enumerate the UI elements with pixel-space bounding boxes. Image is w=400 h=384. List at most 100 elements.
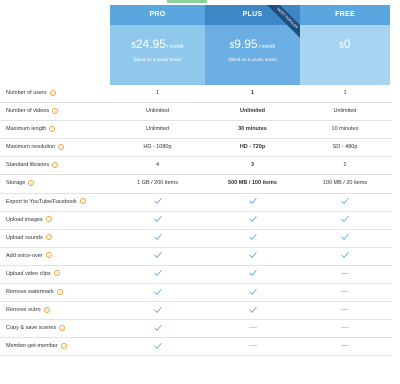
check-icon [341,234,349,241]
plan-header-pro[interactable]: PRO $24.95/ month (billed on a yearly ba… [110,5,205,85]
plan-name-free: FREE [300,5,390,25]
feature-name: Number of users [6,90,47,96]
plan-name-pro: PRO [110,5,205,25]
feature-label: Number of users? [6,85,56,102]
check-icon [248,234,257,241]
cell-pro [110,212,205,229]
cell-value: 4 [155,162,160,169]
cell-pro: HD - 1080p [110,139,205,156]
feature-label: Standard libraries? [6,157,59,174]
cell-plus [205,194,300,211]
feature-table: Number of users? 1 1 1 Number of videos? Unli… [0,85,392,357]
cell-plus [205,230,300,247]
cell-pro [110,338,205,355]
help-icon[interactable]: ? [45,234,52,241]
cell-plus: 3 [205,157,300,174]
plan-price-plus: $9.95/ month (billed on a yearly basis) [205,25,300,85]
cell-plus [205,248,300,265]
help-icon[interactable]: ? [79,198,86,205]
table-row: Copy & save scenes? [0,320,392,339]
cell-pro [110,320,205,337]
table-row: Add voice-over? [0,248,392,266]
help-icon[interactable]: ? [60,342,67,349]
price-amount: 9.95 [234,37,258,51]
table-row: Number of videos? Unlimited Unlimited Unlim… [0,103,392,122]
feature-label: Upload sounds? [6,230,52,247]
cell-pro [110,302,205,319]
cell-value: 100 MB / 20 items [322,180,368,187]
help-icon[interactable]: ? [52,107,59,114]
table-row: Upload images? [0,212,392,230]
help-icon[interactable]: ? [56,288,63,295]
check-icon [153,270,162,277]
help-icon[interactable]: ? [52,161,59,168]
feature-name: Export to YouTube/Facebook [6,198,77,205]
table-row: Export to YouTube/Facebook? [0,194,392,212]
plan-header-plus[interactable]: PLUS $9.95/ month (billed on a yearly ba… [205,5,300,85]
price-amount: 24.95 [135,37,166,51]
feature-name: Maximum length [6,126,47,133]
feature-name: Copy & save scenes [6,325,57,332]
cell-free: 2 [300,157,390,174]
cell-free [300,320,390,337]
help-icon[interactable]: ? [53,270,60,277]
feature-name: Remove watermark [6,289,54,296]
cell-plus [205,302,300,319]
help-icon[interactable]: ? [28,180,35,187]
cell-value: 1 [155,90,160,96]
help-icon[interactable]: ? [49,125,56,132]
feature-name: Upload sounds [6,234,43,241]
dash-icon [341,345,349,347]
billing-note: (billed on a yearly basis) [133,57,182,62]
cell-free: 1 [300,85,390,102]
cell-plus: 30 minutes [205,121,300,138]
check-icon [341,198,349,204]
price-period: / month [258,44,276,50]
price-amount: 0 [343,37,351,51]
cell-pro [110,284,205,301]
check-icon [341,216,349,222]
billing-note: (billed on a yearly basis) [228,57,277,62]
cell-value: 3 [250,162,255,169]
table-row: Upload video clips? [0,266,392,285]
cell-plus [205,320,300,337]
dash-icon [248,345,257,347]
feature-label: Export to YouTube/Facebook? [6,194,86,211]
feature-label: Remove outro? [6,302,50,319]
check-icon [248,288,257,295]
help-icon[interactable]: ? [43,306,50,313]
cell-free: 100 MB / 20 items [300,175,390,192]
cell-pro: 1 GB / 200 items [110,175,205,192]
help-icon[interactable]: ? [45,216,52,223]
cell-plus: 500 MB / 100 items [205,175,300,192]
cell-pro [110,248,205,265]
help-icon[interactable]: ? [45,252,52,259]
feature-label: Storage? [6,175,35,192]
table-row: Standard libraries? 4 3 2 [0,157,392,176]
feature-label: Upload images? [6,212,52,229]
cell-value: HD - 720p [239,144,266,151]
plan-price-pro: $24.95/ month (billed on a yearly basis) [110,25,205,85]
table-row: Upload sounds? [0,230,392,248]
feature-label: Add voice-over? [6,248,52,265]
feature-label: Maximum length? [6,121,56,138]
table-row: Remove watermark? [0,284,392,303]
cell-value: Unlimited [333,108,357,115]
cell-plus: Unlimited [205,103,300,120]
check-icon [248,252,257,259]
cell-pro: Unlimited [110,103,205,120]
cell-pro [110,266,205,283]
feature-name: Member-get-member [6,343,58,350]
dash-icon [341,291,349,293]
cell-pro [110,194,205,211]
help-icon[interactable]: ? [58,143,65,150]
plan-header-free[interactable]: FREE $0 [300,5,390,85]
table-row: Member-get-member? [0,338,392,357]
help-icon[interactable]: ? [49,89,56,96]
feature-label: Upload video clips? [6,266,60,283]
feature-name: Remove outro [6,307,41,314]
cell-pro [110,230,205,247]
help-icon[interactable]: ? [59,324,66,331]
cell-value: 1 [250,90,255,96]
check-icon [153,198,162,204]
